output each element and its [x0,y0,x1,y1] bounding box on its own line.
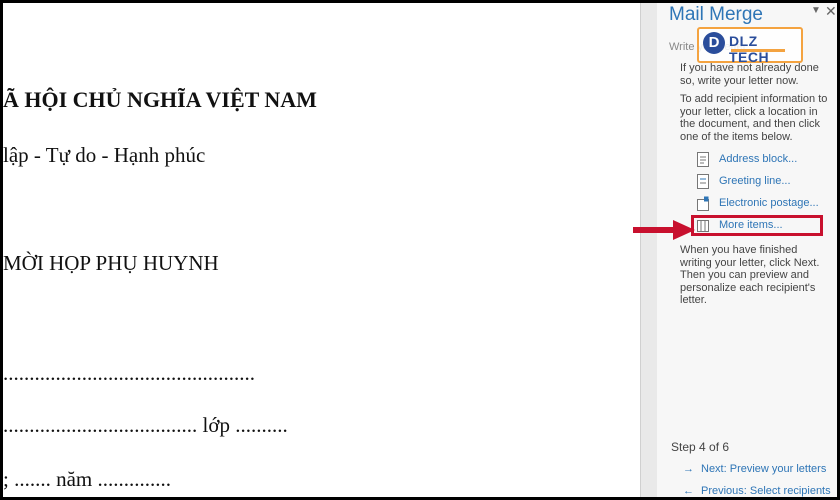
greeting-line-link[interactable]: Greeting line... [697,174,832,192]
pane-title: Mail Merge [669,4,763,25]
greeting-line-label: Greeting line... [719,175,791,187]
window-frame: Ã HỘI CHỦ NGHĨA VIỆT NAM lập - Tự do - H… [3,3,837,497]
next-step-label: Next: Preview your letters [701,463,827,475]
more-items-highlight [691,215,823,236]
chevron-down-icon[interactable]: ▼ [811,5,821,16]
pane-splitter[interactable] [640,3,658,497]
dlz-tech-watermark: D DLZ TECH [697,27,803,65]
address-block-icon [697,152,709,167]
step-indicator: Step 4 of 6 [671,440,730,454]
doc-heading-line: Ã HỘI CHỦ NGHĨA VIỆT NAM [3,87,317,112]
electronic-postage-label: Electronic postage... [719,197,819,209]
finish-text: When you have finished writing your lett… [680,244,820,306]
address-block-link[interactable]: Address block... [697,152,832,170]
doc-date-line: ; ....... năm .............. [3,467,171,491]
watermark-logo: D [703,32,725,54]
red-pointer-arrow-icon [633,220,695,240]
document-page[interactable]: Ã HỘI CHỦ NGHĨA VIỆT NAM lập - Tự do - H… [3,3,640,497]
doc-class-line: ..................................... lớ… [3,413,288,437]
next-step-link[interactable]: → Next: Preview your letters [683,463,826,475]
arrow-left-icon: ← [683,485,694,497]
postage-icon [697,196,709,211]
mail-merge-pane: Mail Merge ▼ ✕ Write your letter D DLZ T… [657,3,837,497]
greeting-line-icon [697,174,709,189]
intro-text: If you have not already done so, write y… [680,62,819,87]
instructions-text: To add recipient information to your let… [680,93,828,143]
doc-title-line: MỜI HỌP PHỤ HUYNH [3,251,219,275]
doc-dotted-line: ........................................… [3,361,255,385]
previous-step-label: Previous: Select recipients [701,485,831,497]
close-icon[interactable]: ✕ [825,3,837,20]
address-block-label: Address block... [719,153,798,165]
watermark-underline [731,49,785,52]
doc-motto-line: lập - Tự do - Hạnh phúc [3,143,206,167]
arrow-right-icon: → [683,463,694,475]
previous-step-link[interactable]: ← Previous: Select recipients [683,485,831,497]
electronic-postage-link[interactable]: Electronic postage... [697,196,832,214]
